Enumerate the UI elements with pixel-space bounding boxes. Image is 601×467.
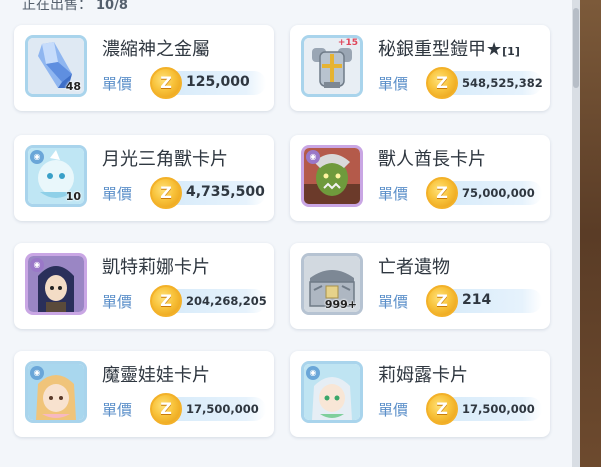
item-quantity: 999+ (324, 298, 357, 311)
listing-card[interactable]: 999+ 亡者遺物 單價 214 (290, 243, 550, 329)
listing-card[interactable]: 48 濃縮神之金屬 單價 125,000 (14, 25, 274, 111)
selling-count-header: 正在出售： 10/8 (22, 0, 128, 14)
zeny-coin-icon (150, 177, 182, 209)
unit-price-label: 單價 (378, 75, 409, 93)
item-name-text: 秘銀重型鎧甲★ (378, 39, 503, 60)
zeny-coin-icon (150, 285, 182, 317)
item-thumbnail: +15 (301, 35, 363, 97)
zeny-coin-icon (150, 393, 182, 425)
item-quantity: 10 (65, 190, 81, 203)
zeny-coin-icon (150, 67, 182, 99)
item-name: 亡者遺物 (378, 253, 450, 279)
item-name: 獸人酋長卡片 (378, 145, 486, 171)
listing-card[interactable]: ◉ 魔靈娃娃卡片 單價 17,500,000 (14, 351, 274, 437)
zeny-coin-icon (426, 393, 458, 425)
item-name: 魔靈娃娃卡片 (102, 361, 210, 387)
unit-price-value: 125,000 (186, 74, 250, 90)
item-name: 莉姆露卡片 (378, 361, 468, 387)
listing-card[interactable]: +15 秘銀重型鎧甲★[1] 單價 548,525,382 (290, 25, 550, 111)
unit-price-label: 單價 (378, 401, 409, 419)
item-name-text: 亡者遺物 (378, 257, 450, 278)
card-badge-icon: ◉ (30, 258, 44, 272)
unit-price-label: 單價 (378, 293, 409, 311)
unit-price-value: 17,500,000 (462, 402, 535, 416)
item-name-text: 濃縮神之金屬 (102, 39, 210, 60)
item-thumbnail: 48 (25, 35, 87, 97)
item-quantity: 48 (65, 80, 81, 93)
selling-label: 正在出售： (22, 0, 92, 13)
card-badge-icon: ◉ (30, 150, 44, 164)
unit-price-value: 75,000,000 (462, 186, 535, 200)
unit-price-value: 204,268,205 (186, 294, 267, 308)
unit-price-value: 214 (462, 292, 492, 308)
item-name: 濃縮神之金屬 (102, 35, 210, 61)
item-thumbnail: ◉ (301, 145, 363, 207)
card-badge-icon: ◉ (30, 366, 44, 380)
scrollbar[interactable] (572, 0, 580, 467)
item-name-text: 月光三角獸卡片 (102, 149, 228, 170)
listing-card[interactable]: ◉ 莉姆露卡片 單價 17,500,000 (290, 351, 550, 437)
item-thumbnail: ◉ 10 (25, 145, 87, 207)
item-thumbnail: ◉ (25, 361, 87, 423)
card-badge-icon: ◉ (306, 150, 320, 164)
unit-price-label: 單價 (102, 185, 133, 203)
selling-count: 10/8 (96, 0, 128, 13)
zeny-coin-icon (426, 177, 458, 209)
unit-price-label: 單價 (378, 185, 409, 203)
zeny-coin-icon (426, 285, 458, 317)
listing-card[interactable]: ◉ 凱特莉娜卡片 單價 204,268,205 (14, 243, 274, 329)
item-slot-tag: [1] (502, 45, 520, 58)
zeny-coin-icon (426, 67, 458, 99)
unit-price-value: 548,525,382 (462, 76, 543, 90)
unit-price-value: 4,735,500 (186, 184, 265, 200)
unit-price-label: 單價 (102, 401, 133, 419)
item-name-text: 莉姆露卡片 (378, 365, 468, 386)
item-name-text: 魔靈娃娃卡片 (102, 365, 210, 386)
unit-price-label: 單價 (102, 75, 133, 93)
item-name: 月光三角獸卡片 (102, 145, 228, 171)
scrollbar-thumb[interactable] (573, 8, 579, 88)
listing-card[interactable]: ◉ 10 月光三角獸卡片 單價 4,735,500 (14, 135, 274, 221)
item-name: 秘銀重型鎧甲★[1] (378, 35, 520, 61)
item-thumbnail: 999+ (301, 253, 363, 315)
background-scene (580, 0, 601, 467)
unit-price-label: 單價 (102, 293, 133, 311)
item-name-text: 凱特莉娜卡片 (102, 257, 210, 278)
card-badge-icon: ◉ (306, 366, 320, 380)
item-thumbnail: ◉ (25, 253, 87, 315)
item-name: 凱特莉娜卡片 (102, 253, 210, 279)
item-name-text: 獸人酋長卡片 (378, 149, 486, 170)
unit-price-value: 17,500,000 (186, 402, 259, 416)
listing-card[interactable]: ◉ 獸人酋長卡片 單價 75,000,000 (290, 135, 550, 221)
item-thumbnail: ◉ (301, 361, 363, 423)
refine-level: +15 (337, 38, 358, 48)
